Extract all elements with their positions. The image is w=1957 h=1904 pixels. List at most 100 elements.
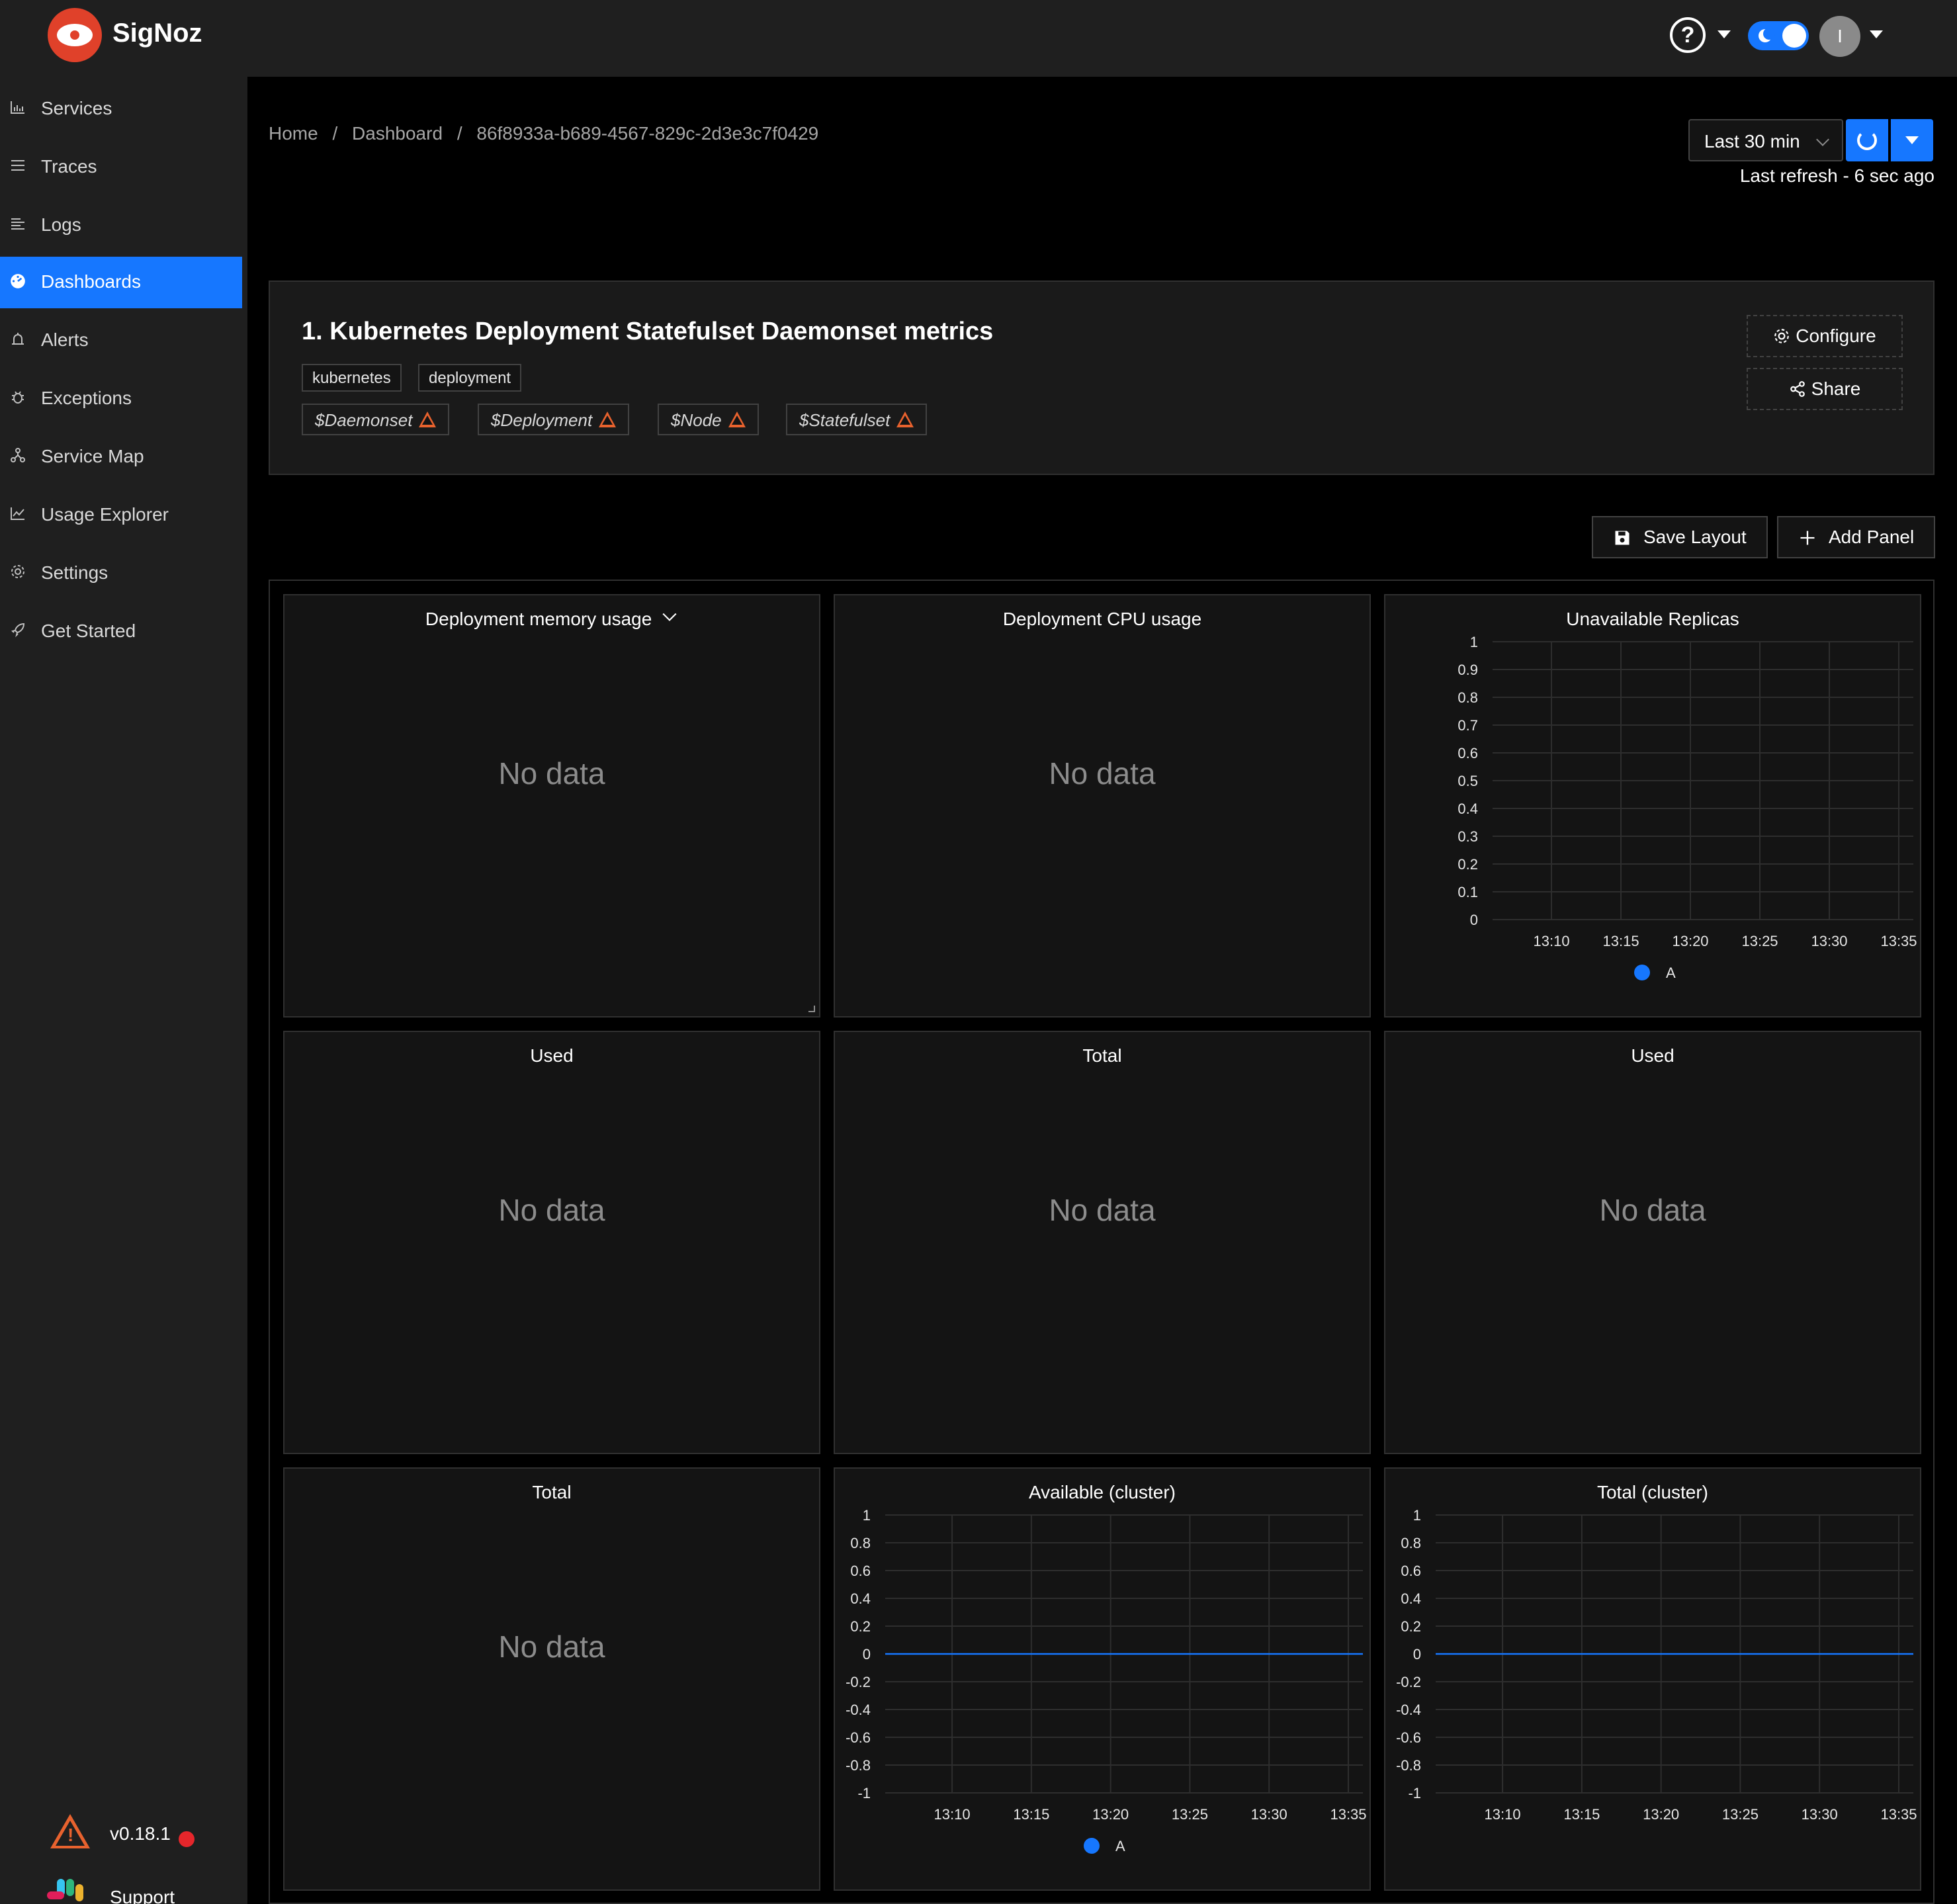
sidebar-item-get-started[interactable]: Get Started — [0, 606, 242, 658]
x-tick-label: 13:20 — [1672, 933, 1708, 949]
refresh-icon — [1857, 130, 1877, 150]
breadcrumb-dashboard[interactable]: Dashboard — [352, 123, 443, 144]
variable-deployment[interactable]: $Deployment — [478, 404, 630, 435]
x-tick-label: 13:30 — [1251, 1806, 1287, 1823]
sidebar-item-label: Get Started — [41, 621, 136, 641]
refresh-interval-dropdown[interactable] — [1891, 119, 1933, 161]
x-tick-label: 13:15 — [1603, 933, 1639, 949]
sidebar-item-usage-explorer[interactable]: Usage Explorer — [0, 490, 242, 541]
sidebar-item-label: Settings — [41, 562, 109, 583]
share-button[interactable]: Share — [1747, 368, 1903, 410]
x-tick-label: 13:15 — [1563, 1806, 1600, 1823]
x-tick-label: 13:35 — [1330, 1806, 1366, 1823]
panel-title: Used — [530, 1045, 574, 1066]
brand-name[interactable]: SigNoz — [112, 19, 202, 48]
add-panel-label: Add Panel — [1829, 527, 1915, 547]
y-tick-label: 0.2 — [1457, 856, 1478, 873]
panel-title: Total — [1082, 1045, 1122, 1066]
help-icon[interactable]: ? — [1670, 17, 1706, 53]
panel-total[interactable]: Total No data — [283, 1467, 820, 1891]
update-status-dot — [179, 1831, 195, 1847]
y-tick-label: 0 — [1413, 1646, 1421, 1663]
y-tick-label: 1 — [1413, 1507, 1421, 1524]
sidebar-item-exceptions[interactable]: Exceptions — [0, 373, 242, 425]
panel-unavailable-replicas[interactable]: Unavailable Replicas 1 0.9 0.8 0.7 0.6 0.5 0.4… — [1384, 594, 1921, 1017]
sidebar-item-alerts[interactable]: Alerts — [0, 315, 242, 367]
help-dropdown-caret-icon[interactable] — [1718, 30, 1731, 38]
variable-label: $Daemonset — [315, 410, 413, 430]
panel-title: Deployment CPU usage — [1002, 609, 1202, 629]
bar-chart-icon — [8, 99, 28, 119]
warning-icon — [599, 411, 617, 427]
panel-deployment-cpu-usage[interactable]: Deployment CPU usage No data — [834, 594, 1371, 1017]
x-tick-label: 13:20 — [1092, 1806, 1129, 1823]
y-tick-label: -0.6 — [846, 1729, 871, 1746]
add-panel-button[interactable]: Add Panel — [1777, 516, 1936, 558]
variable-statefulset[interactable]: $Statefulset — [786, 404, 928, 435]
avatar[interactable]: I — [1819, 16, 1860, 57]
y-tick-label: 0.3 — [1457, 828, 1478, 845]
refresh-button[interactable] — [1846, 119, 1888, 161]
panel-total[interactable]: Total No data — [834, 1031, 1371, 1454]
breadcrumb: Home / Dashboard / 86f8933a-b689-4567-82… — [269, 123, 828, 144]
sidebar-item-logs[interactable]: Logs — [0, 200, 242, 251]
panel-deployment-memory-usage[interactable]: Deployment memory usage No data — [283, 594, 820, 1017]
configure-button[interactable]: Configure — [1747, 315, 1903, 357]
time-range-select[interactable]: Last 30 min — [1688, 119, 1843, 161]
y-tick-label: 0.6 — [1457, 745, 1478, 761]
y-tick-label: -1 — [1408, 1785, 1421, 1801]
y-tick-label: -1 — [857, 1785, 871, 1801]
panel-title: Total — [532, 1482, 572, 1502]
x-tick-label: 13:30 — [1811, 933, 1847, 949]
chart-total-cluster: 1 0.8 0.6 0.4 0.2 0 -0.2 -0.4 -0.6 -0.8 -1 13:10 13:… — [1396, 1507, 1917, 1823]
support-link[interactable]: Support — [110, 1887, 175, 1904]
tag-deployment: deployment — [418, 364, 522, 392]
sidebar-item-label: Services — [41, 98, 112, 118]
top-bar: SigNoz ? I — [0, 0, 1957, 77]
profile-dropdown-caret-icon[interactable] — [1870, 30, 1883, 38]
sidebar-item-traces[interactable]: Traces — [0, 142, 242, 193]
panel-title: Used — [1631, 1045, 1674, 1066]
chevron-down-icon[interactable] — [661, 611, 678, 624]
y-tick-label: 0.9 — [1457, 662, 1478, 678]
y-tick-label: 0.6 — [1401, 1563, 1421, 1579]
panel-available-cluster[interactable]: Available (cluster) 1 0.8 0.6 0.4 0.2 0 -0.2 -0… — [834, 1467, 1371, 1891]
variable-label: $Statefulset — [799, 410, 891, 430]
panel-title[interactable]: Deployment memory usage — [284, 609, 819, 630]
theme-toggle[interactable] — [1748, 21, 1809, 50]
panel-total-cluster[interactable]: Total (cluster) 1 0.8 0.6 0.4 0.2 0 -0.2 -0.4 -0… — [1384, 1467, 1921, 1891]
y-tick-label: 0.8 — [850, 1535, 871, 1551]
y-tick-label: -0.6 — [1396, 1729, 1421, 1746]
resize-handle-icon[interactable] — [808, 1006, 815, 1012]
legend-marker — [1084, 1838, 1100, 1854]
share-label: Share — [1811, 378, 1861, 399]
breadcrumb-home[interactable]: Home — [269, 123, 318, 144]
sidebar-item-service-map[interactable]: Service Map — [0, 431, 242, 483]
x-tick-label: 13:10 — [934, 1806, 971, 1823]
panel-used[interactable]: Used No data — [283, 1031, 820, 1454]
panel-title-text: Deployment memory usage — [425, 609, 652, 629]
y-tick-label: 1 — [1470, 634, 1478, 650]
chevron-down-icon — [1816, 133, 1829, 146]
variable-node[interactable]: $Node — [658, 404, 759, 435]
sidebar-item-settings[interactable]: Settings — [0, 548, 242, 599]
sidebar-item-label: Exceptions — [41, 388, 132, 408]
warning-icon — [896, 411, 914, 427]
chart-available-cluster: 1 0.8 0.6 0.4 0.2 0 -0.2 -0.4 -0.6 -0.8 -1 13:10 13:… — [846, 1507, 1366, 1854]
x-tick-label: 13:35 — [1880, 933, 1917, 949]
sidebar-item-label: Traces — [41, 156, 97, 177]
legend-marker — [1634, 965, 1650, 980]
legend-label: A — [1115, 1838, 1125, 1854]
save-icon — [1613, 517, 1631, 557]
align-left-icon — [8, 216, 28, 236]
panel-used[interactable]: Used No data — [1384, 1031, 1921, 1454]
save-layout-button[interactable]: Save Layout — [1592, 516, 1768, 558]
slack-icon[interactable] — [47, 1879, 89, 1904]
panels-grid: Deployment memory usage No data Deployme… — [269, 580, 1935, 1904]
variable-daemonset[interactable]: $Daemonset — [302, 404, 450, 435]
menu-icon — [8, 157, 28, 177]
sidebar-item-services[interactable]: Services — [0, 83, 242, 135]
sidebar-item-dashboards[interactable]: Dashboards — [0, 257, 242, 308]
signoz-logo-icon[interactable] — [48, 8, 102, 62]
y-tick-label: -0.2 — [846, 1674, 871, 1690]
